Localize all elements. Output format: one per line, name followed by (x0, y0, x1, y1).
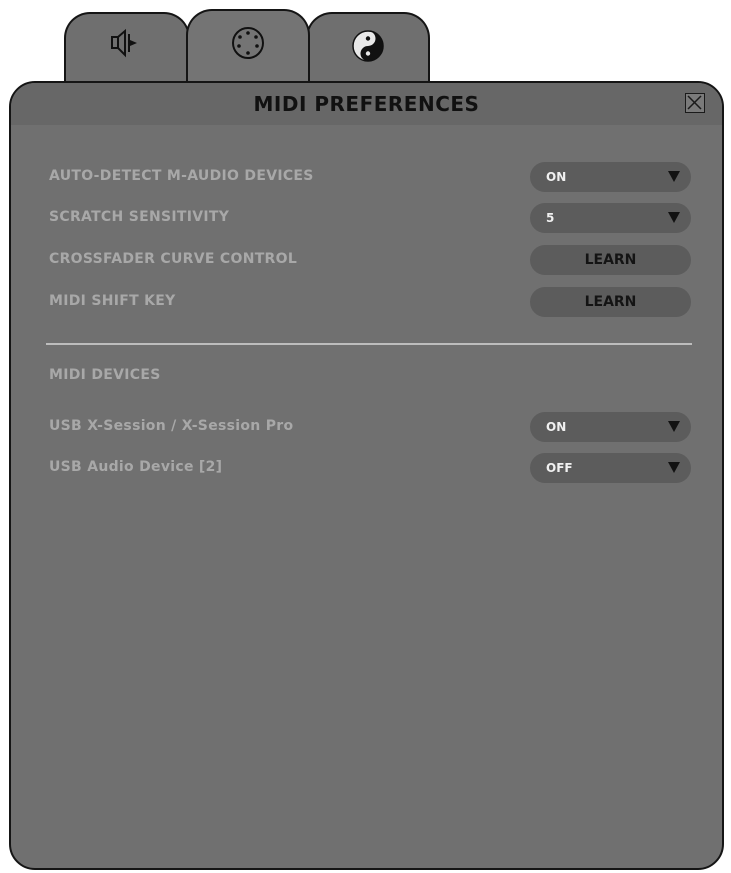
auto-detect-label: AUTO-DETECT M-AUDIO DEVICES (49, 168, 314, 184)
dropdown-value: ON (546, 170, 567, 184)
dropdown-arrow-icon (668, 171, 680, 182)
crossfader-curve-label: CROSSFADER CURVE CONTROL (49, 251, 298, 267)
dropdown-value: ON (546, 420, 567, 434)
crossfader-learn-button[interactable]: LEARN (530, 245, 691, 275)
midi-devices-heading: MIDI DEVICES (49, 367, 161, 383)
close-icon (687, 95, 702, 110)
device-usb-audio-dropdown[interactable]: OFF (530, 453, 691, 483)
device-x-session-dropdown[interactable]: ON (530, 412, 691, 442)
dropdown-value: 5 (546, 211, 555, 225)
preferences-panel: MIDI PREFERENCES AUTO-DETECT M-AUDIO DEV… (9, 81, 724, 870)
close-button[interactable] (685, 93, 705, 113)
button-label: LEARN (584, 294, 637, 310)
page-title: MIDI PREFERENCES (253, 92, 480, 116)
dropdown-arrow-icon (668, 421, 680, 432)
midi-shift-key-label: MIDI SHIFT KEY (49, 293, 176, 309)
dropdown-arrow-icon (668, 212, 680, 223)
title-bar: MIDI PREFERENCES (11, 83, 722, 125)
divider (46, 343, 692, 345)
button-label: LEARN (584, 252, 637, 268)
device-label-usb-audio: USB Audio Device [2] (49, 459, 223, 475)
auto-detect-dropdown[interactable]: ON (530, 162, 691, 192)
shift-key-learn-button[interactable]: LEARN (530, 287, 691, 317)
scratch-sensitivity-dropdown[interactable]: 5 (530, 203, 691, 233)
device-label-x-session: USB X-Session / X-Session Pro (49, 418, 294, 434)
dropdown-value: OFF (546, 461, 573, 475)
scratch-sensitivity-label: SCRATCH SENSITIVITY (49, 209, 230, 225)
dropdown-arrow-icon (668, 462, 680, 473)
